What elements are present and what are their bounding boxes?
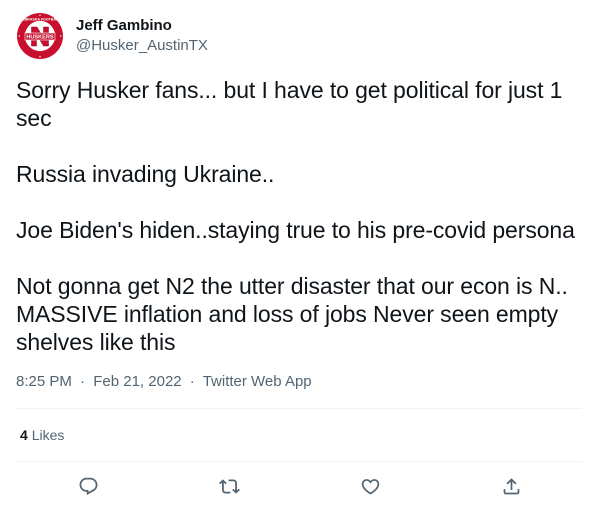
likes-label: Likes [31,427,65,443]
tweet-paragraph: Not gonna get N2 the utter disaster that… [16,273,568,355]
meta-separator: · [80,373,86,390]
huskers-n-logo-icon: HUSKERS NEBRASKA FOOTBALL [17,13,63,59]
retweet-icon [218,478,240,494]
tweet-metadata: 8:25 PM · Feb 21, 2022 · Twitter Web App [16,372,312,392]
tweet-paragraph: Joe Biden's hiden..staying true to his p… [16,217,575,243]
divider [16,408,582,409]
avatar[interactable]: HUSKERS NEBRASKA FOOTBALL [16,12,64,60]
meta-separator: · [189,373,195,390]
heart-icon [361,478,379,495]
tweet-paragraph: Russia invading Ukraine.. [16,161,275,187]
author-display-name[interactable]: Jeff Gambino [76,16,208,36]
action-bar [0,470,598,502]
author-handle[interactable]: @Husker_AustinTX [76,36,208,56]
tweet-date[interactable]: Feb 21, 2022 [93,373,181,390]
likes-count: 4 [20,427,28,443]
tweet-paragraph: Sorry Husker fans... but I have to get p… [16,77,563,131]
retweet-button[interactable] [211,470,247,502]
reply-bubble-icon [79,477,97,495]
avatar-wordmark: HUSKERS [26,35,54,41]
like-button[interactable] [352,470,388,502]
share-upload-icon [503,477,519,494]
reply-button[interactable] [70,470,106,502]
share-button[interactable] [493,470,529,502]
tweet-text: Sorry Husker fans... but I have to get p… [16,76,586,356]
tweet-source[interactable]: Twitter Web App [203,373,312,390]
likes-link[interactable]: 4 Likes [20,425,64,445]
tweet-header: HUSKERS NEBRASKA FOOTBALL Jeff Gambino @… [16,12,208,60]
tweet-card: HUSKERS NEBRASKA FOOTBALL Jeff Gambino @… [0,0,598,510]
divider [16,461,582,462]
tweet-time[interactable]: 8:25 PM [16,373,72,390]
author-names: Jeff Gambino @Husker_AustinTX [76,16,208,56]
avatar-ring-text: NEBRASKA FOOTBALL [20,17,62,21]
